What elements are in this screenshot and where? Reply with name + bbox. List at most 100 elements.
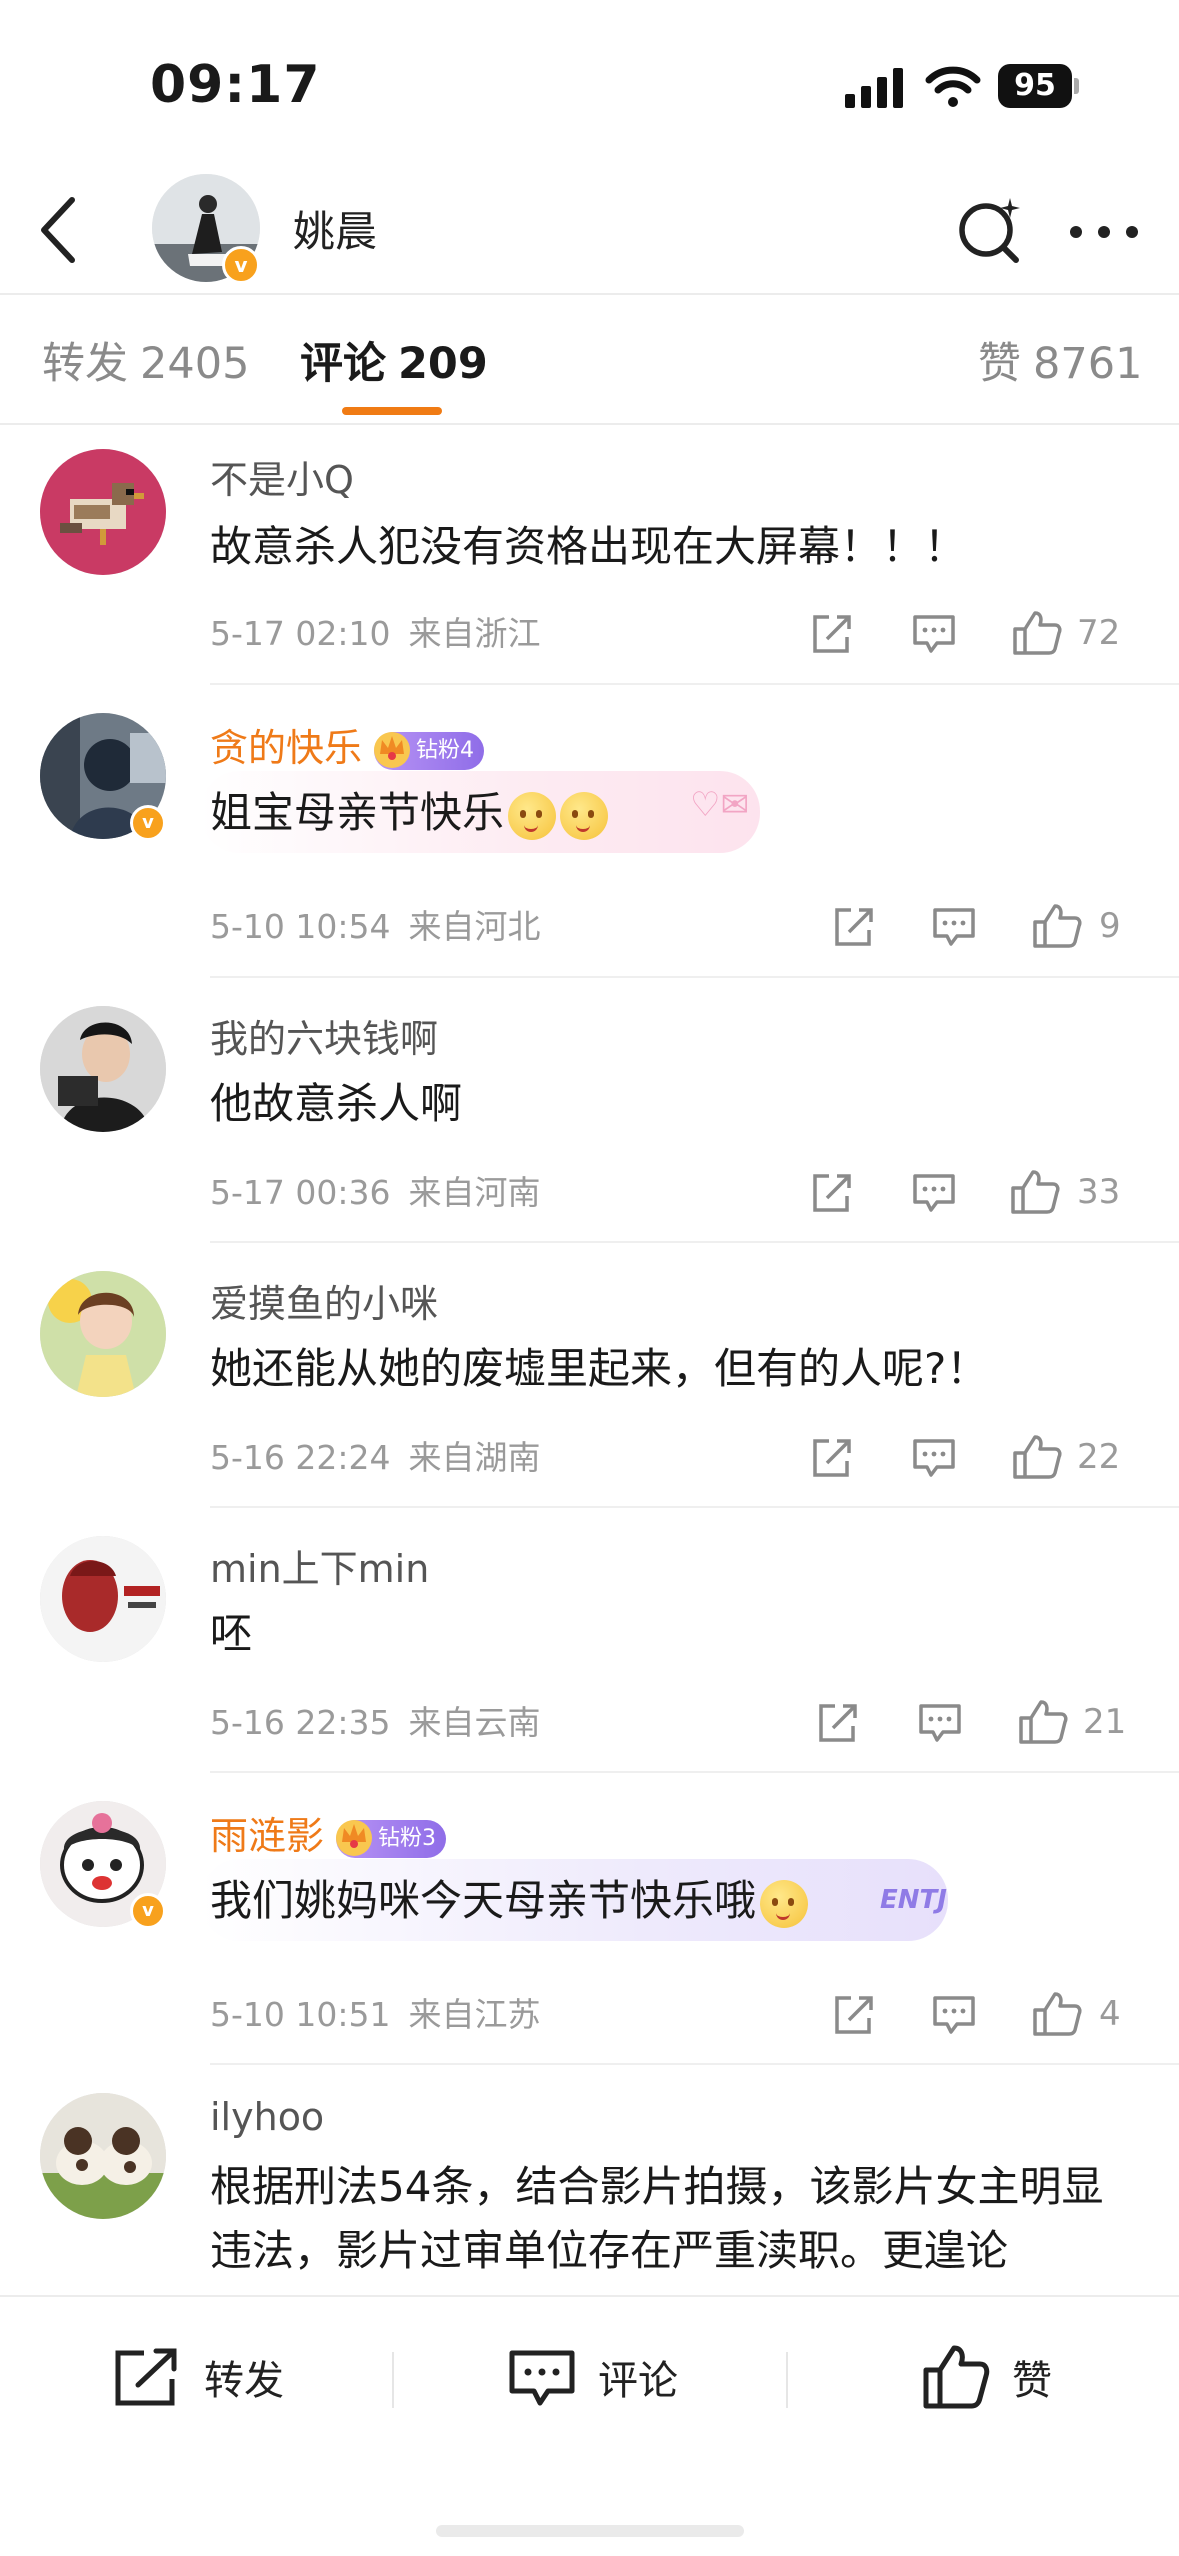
comment-icon[interactable] bbox=[911, 609, 957, 657]
commenter-name-text: 雨涟影 bbox=[210, 1814, 325, 1858]
like-count: 9 bbox=[1099, 906, 1121, 946]
like-count: 22 bbox=[1077, 1437, 1121, 1477]
commenter-name[interactable]: 贪的快乐 钻粉4 bbox=[210, 717, 485, 772]
fan-badge-label: 钻粉3 bbox=[378, 1825, 437, 1851]
search-icon[interactable] bbox=[950, 190, 1030, 270]
comment-actions: 4 bbox=[809, 1984, 1139, 2044]
comment-meta: 5-10 10:51 来自江苏 bbox=[210, 1988, 541, 2036]
emoji-kiss-icon bbox=[560, 791, 609, 840]
comment-item: v 贪的快乐 钻粉4 ♡✉ 姐宝母亲节快乐 5-10 10:54 来自河北 9 bbox=[0, 685, 1179, 978]
like-icon[interactable] bbox=[1031, 1990, 1083, 2038]
comment-text: 故意杀人犯没有资格出现在大屏幕！！！ bbox=[210, 522, 967, 571]
like-count: 21 bbox=[1083, 1702, 1127, 1742]
like-button[interactable]: 赞 bbox=[922, 2337, 1052, 2417]
verified-badge-icon: v bbox=[222, 246, 260, 284]
comment-date: 5-16 22:24 bbox=[210, 1438, 391, 1477]
comment-date: 5-17 02:10 bbox=[210, 614, 391, 653]
divider bbox=[392, 2352, 394, 2408]
comment-meta: 5-17 02:10 来自浙江 bbox=[210, 607, 541, 655]
commenter-name[interactable]: 爱摸鱼的小咪 bbox=[210, 1273, 438, 1328]
status-bar: 09:17 95 bbox=[0, 0, 1179, 150]
like-icon[interactable] bbox=[1011, 609, 1063, 657]
commenter-avatar[interactable] bbox=[40, 2093, 166, 2219]
cellular-signal-icon bbox=[845, 68, 903, 108]
comment-meta: 5-10 10:54 来自河北 bbox=[210, 900, 541, 948]
comment-meta: 5-16 22:35 来自云南 bbox=[210, 1696, 541, 1744]
commenter-avatar[interactable] bbox=[40, 1536, 166, 1662]
tab-repost[interactable]: 转发 2405 bbox=[42, 329, 249, 391]
more-icon[interactable] bbox=[1060, 190, 1150, 270]
commenter-name[interactable]: min上下min bbox=[210, 1538, 429, 1593]
commenter-avatar[interactable] bbox=[40, 1006, 166, 1132]
comment-actions: 22 bbox=[809, 1427, 1139, 1487]
comment-icon[interactable] bbox=[931, 902, 977, 950]
tab-active-indicator bbox=[342, 407, 442, 415]
fan-badge: 钻粉4 bbox=[374, 731, 485, 770]
comment-meta: 5-17 00:36 来自河南 bbox=[210, 1166, 541, 1214]
commenter-name[interactable]: ilyhoo bbox=[210, 2095, 324, 2139]
comment-actions: 21 bbox=[809, 1692, 1139, 1752]
tab-likes-label: 赞 bbox=[978, 339, 1021, 389]
emoji-blush-icon bbox=[508, 791, 557, 840]
comment-location: 来自江苏 bbox=[408, 1995, 541, 2034]
repost-icon bbox=[115, 2348, 177, 2406]
comment-icon bbox=[509, 2350, 575, 2406]
commenter-name[interactable]: 不是小Q bbox=[210, 449, 354, 504]
commenter-name-text: 贪的快乐 bbox=[210, 726, 363, 770]
comment-actions: 72 bbox=[809, 603, 1139, 663]
like-count: 4 bbox=[1099, 1994, 1121, 2034]
comment-text: 我们姚妈咪今天母亲节快乐哦 bbox=[210, 1869, 1139, 1933]
comment-actions: 9 bbox=[809, 896, 1139, 956]
comment-item: ilyhoo 根据刑法54条，结合影片拍摄，该影片女主明显违法，影片过审单位存在… bbox=[0, 2065, 1179, 2295]
detail-tabs: 转发 2405 评论 209 赞 8761 bbox=[0, 297, 1179, 425]
comment-icon[interactable] bbox=[917, 1698, 963, 1746]
repost-button[interactable]: 转发 bbox=[112, 2337, 284, 2417]
repost-label: 转发 bbox=[204, 2358, 284, 2404]
verified-badge-icon: v bbox=[130, 805, 166, 841]
like-icon[interactable] bbox=[1009, 1168, 1061, 1216]
crown-icon bbox=[336, 1819, 373, 1856]
commenter-name[interactable]: 雨涟影 钻粉3 bbox=[210, 1805, 447, 1860]
comment-icon[interactable] bbox=[911, 1433, 957, 1481]
comment-location: 来自云南 bbox=[408, 1703, 541, 1742]
commenter-avatar[interactable] bbox=[40, 1271, 166, 1397]
share-icon[interactable] bbox=[831, 902, 875, 950]
author-name[interactable]: 姚晨 bbox=[293, 198, 377, 259]
tab-comments[interactable]: 评论 209 bbox=[300, 329, 488, 391]
like-icon[interactable] bbox=[1011, 1433, 1063, 1481]
tab-likes[interactable]: 赞 8761 bbox=[978, 329, 1142, 391]
fan-badge: 钻粉3 bbox=[336, 1819, 447, 1858]
share-icon[interactable] bbox=[815, 1698, 859, 1746]
fan-badge-label: 钻粉4 bbox=[416, 737, 475, 763]
like-icon[interactable] bbox=[1017, 1698, 1069, 1746]
comment-date: 5-17 00:36 bbox=[210, 1173, 391, 1212]
comment-location: 来自浙江 bbox=[408, 614, 541, 653]
comment-text: 姐宝母亲节快乐 bbox=[210, 781, 1139, 845]
emoji-blush-icon bbox=[760, 1879, 809, 1928]
share-icon[interactable] bbox=[831, 1990, 875, 2038]
comment-location: 来自河北 bbox=[408, 907, 541, 946]
comment-button[interactable]: 评论 bbox=[508, 2337, 678, 2417]
commenter-avatar[interactable] bbox=[40, 449, 166, 575]
comment-location: 来自河南 bbox=[408, 1173, 541, 1212]
tab-comments-count: 209 bbox=[398, 339, 488, 389]
tab-likes-count: 8761 bbox=[1033, 339, 1143, 389]
share-icon[interactable] bbox=[809, 1433, 853, 1481]
commenter-name[interactable]: 我的六块钱啊 bbox=[210, 1008, 438, 1063]
comment-text-content: 我们姚妈咪今天母亲节快乐哦 bbox=[210, 1876, 757, 1925]
back-icon[interactable] bbox=[28, 190, 108, 270]
comment-icon[interactable] bbox=[931, 1990, 977, 2038]
comment-text: 他故意杀人啊 bbox=[210, 1079, 463, 1128]
verified-badge-icon: v bbox=[130, 1893, 166, 1929]
share-icon[interactable] bbox=[809, 609, 853, 657]
share-icon[interactable] bbox=[809, 1168, 853, 1216]
like-icon[interactable] bbox=[1031, 902, 1083, 950]
crown-icon bbox=[374, 731, 411, 768]
home-indicator[interactable] bbox=[436, 2525, 744, 2537]
tab-comments-label: 评论 bbox=[300, 339, 386, 389]
comment-label: 评论 bbox=[598, 2358, 678, 2404]
comment-meta: 5-16 22:24 来自湖南 bbox=[210, 1431, 541, 1479]
comment-icon[interactable] bbox=[911, 1168, 957, 1216]
comment-actions: 33 bbox=[809, 1162, 1139, 1222]
comment-text: 她还能从她的废墟里起来，但有的人呢?！ bbox=[210, 1344, 989, 1393]
